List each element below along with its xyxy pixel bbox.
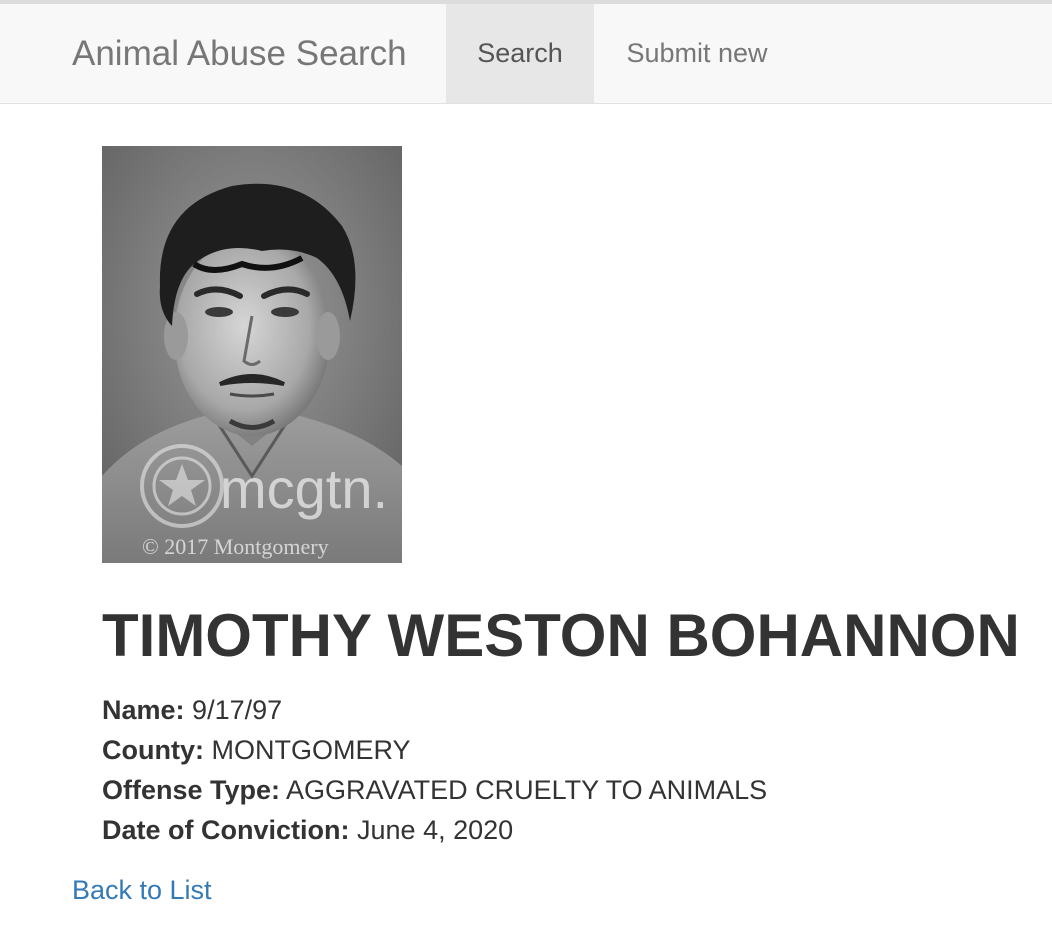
detail-value: AGGRAVATED CRUELTY TO ANIMALS [286,775,768,805]
watermark-text: mcgtn. [220,457,388,520]
back-to-list-link[interactable]: Back to List [72,870,212,910]
mugshot-photo: mcgtn. © 2017 Montgomery [102,146,402,563]
detail-label: Offense Type: [102,775,281,805]
detail-value: June 4, 2020 [357,815,514,845]
nav-submit-new-link[interactable]: Submit new [594,4,800,103]
brand-link[interactable]: Animal Abuse Search [72,32,407,76]
detail-row-offense-type: Offense Type: AGGRAVATED CRUELTY TO ANIM… [102,770,767,810]
nav-search-link[interactable]: Search [446,4,594,103]
detail-label: County: [102,735,204,765]
person-name-heading: TIMOTHY WESTON BOHANNON [102,602,1020,669]
detail-row-county: County: MONTGOMERY [102,730,767,770]
detail-row-name: Name: 9/17/97 [102,690,767,730]
copyright-watermark: © 2017 Montgomery [142,534,329,559]
navbar: Animal Abuse Search Search Submit new [0,4,1052,104]
detail-value: MONTGOMERY [211,735,411,765]
detail-label: Date of Conviction: [102,815,350,845]
detail-label: Name: [102,695,185,725]
detail-value: 9/17/97 [192,695,283,725]
record-details: Name: 9/17/97 County: MONTGOMERY Offense… [102,690,767,850]
detail-row-conviction-date: Date of Conviction: June 4, 2020 [102,810,767,850]
